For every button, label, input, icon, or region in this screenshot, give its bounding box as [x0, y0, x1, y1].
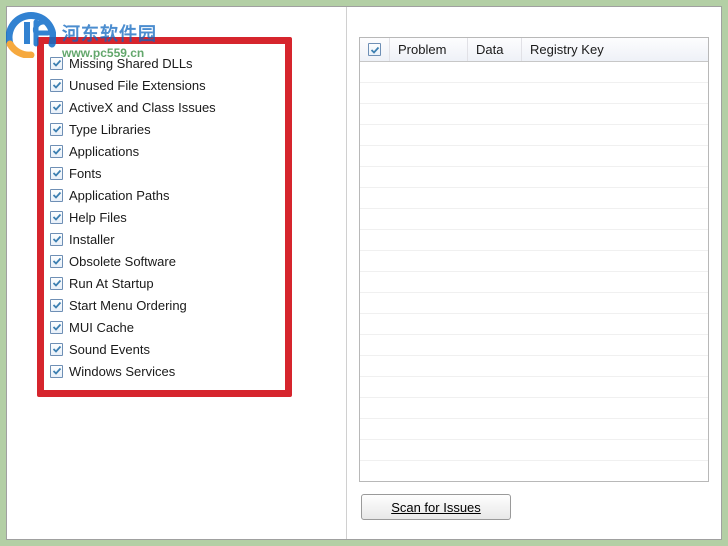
category-item[interactable]: Run At Startup [50, 272, 269, 294]
select-all-checkbox[interactable] [368, 43, 381, 56]
results-grid-header: Problem Data Registry Key [360, 38, 708, 62]
category-item[interactable]: MUI Cache [50, 316, 269, 338]
category-label: Type Libraries [69, 122, 151, 137]
category-label: Run At Startup [69, 276, 154, 291]
category-item[interactable]: Type Libraries [50, 118, 269, 140]
category-label: Unused File Extensions [69, 78, 206, 93]
category-item[interactable]: Fonts [50, 162, 269, 184]
grid-row [360, 251, 708, 272]
category-checkbox[interactable] [50, 365, 63, 378]
results-grid: Problem Data Registry Key [359, 37, 709, 482]
category-checkbox[interactable] [50, 167, 63, 180]
category-checkbox[interactable] [50, 101, 63, 114]
category-label: Windows Services [69, 364, 175, 379]
grid-row [360, 314, 708, 335]
grid-row [360, 272, 708, 293]
category-label: ActiveX and Class Issues [69, 100, 216, 115]
category-label: Installer [69, 232, 115, 247]
grid-row [360, 188, 708, 209]
grid-row [360, 419, 708, 440]
grid-row [360, 230, 708, 251]
category-item[interactable]: Missing Shared DLLs [50, 52, 269, 74]
grid-header-problem[interactable]: Problem [390, 38, 468, 61]
category-checkbox[interactable] [50, 321, 63, 334]
category-label: Sound Events [69, 342, 150, 357]
category-item[interactable]: Obsolete Software [50, 250, 269, 272]
category-checkbox[interactable] [50, 57, 63, 70]
grid-row [360, 377, 708, 398]
category-checkbox[interactable] [50, 123, 63, 136]
category-label: Obsolete Software [69, 254, 176, 269]
grid-row [360, 335, 708, 356]
category-label: MUI Cache [69, 320, 134, 335]
results-panel: Problem Data Registry Key Scan for Issue… [347, 7, 721, 539]
category-label: Application Paths [69, 188, 169, 203]
category-item[interactable]: Application Paths [50, 184, 269, 206]
grid-row [360, 167, 708, 188]
category-item[interactable]: Help Files [50, 206, 269, 228]
grid-row [360, 461, 708, 482]
grid-header-registry-key[interactable]: Registry Key [522, 38, 708, 61]
category-checkbox[interactable] [50, 145, 63, 158]
category-label: Applications [69, 144, 139, 159]
grid-row [360, 209, 708, 230]
grid-header-checkbox-cell[interactable] [360, 38, 390, 61]
grid-row [360, 62, 708, 83]
category-label: Start Menu Ordering [69, 298, 187, 313]
grid-row [360, 440, 708, 461]
categories-checklist: Missing Shared DLLs Unused File Extension… [37, 37, 292, 397]
category-checkbox[interactable] [50, 299, 63, 312]
category-item[interactable]: Sound Events [50, 338, 269, 360]
grid-row [360, 125, 708, 146]
category-checkbox[interactable] [50, 189, 63, 202]
category-checkbox[interactable] [50, 79, 63, 92]
grid-row [360, 146, 708, 167]
grid-row [360, 104, 708, 125]
category-checkbox[interactable] [50, 277, 63, 290]
category-item[interactable]: Unused File Extensions [50, 74, 269, 96]
grid-row [360, 293, 708, 314]
category-item[interactable]: ActiveX and Class Issues [50, 96, 269, 118]
categories-panel: Missing Shared DLLs Unused File Extension… [7, 7, 347, 539]
category-label: Missing Shared DLLs [69, 56, 193, 71]
registry-cleaner-window: Missing Shared DLLs Unused File Extension… [6, 6, 722, 540]
category-item[interactable]: Start Menu Ordering [50, 294, 269, 316]
grid-header-data[interactable]: Data [468, 38, 522, 61]
action-row: Scan for Issues [359, 494, 709, 520]
category-label: Help Files [69, 210, 127, 225]
category-item[interactable]: Windows Services [50, 360, 269, 382]
grid-row [360, 356, 708, 377]
category-checkbox[interactable] [50, 343, 63, 356]
category-item[interactable]: Installer [50, 228, 269, 250]
results-grid-body [360, 62, 708, 481]
category-item[interactable]: Applications [50, 140, 269, 162]
category-label: Fonts [69, 166, 102, 181]
category-checkbox[interactable] [50, 233, 63, 246]
category-checkbox[interactable] [50, 255, 63, 268]
grid-row [360, 398, 708, 419]
grid-row [360, 83, 708, 104]
category-checkbox[interactable] [50, 211, 63, 224]
scan-for-issues-button[interactable]: Scan for Issues [361, 494, 511, 520]
